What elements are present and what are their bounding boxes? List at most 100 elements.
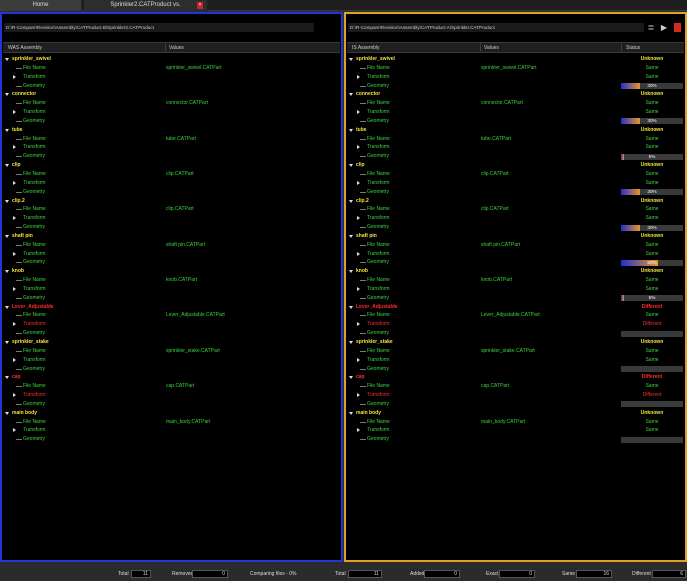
expand-down-icon[interactable] (349, 199, 353, 203)
expand-down-icon[interactable] (5, 93, 9, 97)
expand-right-icon[interactable] (13, 74, 16, 79)
expand-right-icon[interactable] (357, 216, 360, 221)
expand-down-icon[interactable] (5, 164, 9, 168)
is-part-row[interactable]: knob Unknown (347, 267, 684, 276)
is-transform-row[interactable]: Transform Same (347, 73, 684, 82)
expand-right-icon[interactable] (357, 286, 360, 291)
expand-down-icon[interactable] (5, 270, 9, 274)
expand-down-icon[interactable] (5, 341, 9, 344)
expand-down-icon[interactable] (349, 305, 353, 309)
expand-down-icon[interactable] (5, 199, 9, 203)
expand-down-icon[interactable] (5, 58, 9, 61)
was-part-row[interactable]: sprinkler_stake (3, 338, 340, 347)
expand-right-icon[interactable] (13, 110, 16, 115)
is-transform-row[interactable]: Transform Same (347, 426, 684, 435)
expand-down-icon[interactable] (349, 411, 353, 415)
is-part-row[interactable]: tube Unknown (347, 126, 684, 135)
is-path-field[interactable]: D:\R-Compare\Revision\Assembly\CATProduc… (348, 23, 644, 32)
was-part-row[interactable]: clip.2 (3, 197, 340, 206)
was-transform-row[interactable]: Transform (3, 356, 340, 365)
is-transform-row[interactable]: Transform Same (347, 179, 684, 188)
was-part-row[interactable]: connector (3, 90, 340, 99)
is-transform-row[interactable]: Transform Same (347, 214, 684, 223)
was-col-values[interactable]: Values (166, 43, 184, 53)
was-part-row[interactable]: cap (3, 373, 340, 382)
tab-home[interactable]: Home (0, 0, 82, 11)
was-transform-row[interactable]: Transform (3, 250, 340, 259)
close-tab-icon[interactable]: × (197, 2, 203, 9)
is-transform-row[interactable]: Transform Different (347, 320, 684, 329)
was-transform-row[interactable]: Transform (3, 391, 340, 400)
was-part-row[interactable]: shaft pin (3, 232, 340, 241)
was-part-row[interactable]: clip (3, 161, 340, 170)
was-part-row[interactable]: knob (3, 267, 340, 276)
expand-right-icon[interactable] (357, 393, 360, 398)
is-part-row[interactable]: connector Unknown (347, 90, 684, 99)
was-part-row[interactable]: main body (3, 409, 340, 418)
is-part-row[interactable]: Lever_Adjustable Different (347, 303, 684, 312)
expand-right-icon[interactable] (357, 428, 360, 433)
was-transform-row[interactable]: Transform (3, 179, 340, 188)
list-icon[interactable]: ≣ (646, 22, 656, 33)
play-icon[interactable]: ▶ (659, 22, 669, 33)
is-transform-row[interactable]: Transform Same (347, 356, 684, 365)
tab-compare[interactable]: Sprinkler2.CATProduct vs. Sprinkler.CATP… (84, 0, 208, 19)
expand-right-icon[interactable] (357, 357, 360, 362)
is-part-row[interactable]: clip.2 Unknown (347, 197, 684, 206)
is-col-status[interactable]: Status (623, 43, 640, 53)
expand-down-icon[interactable] (5, 376, 9, 380)
is-part-row[interactable]: clip Unknown (347, 161, 684, 170)
was-part-row[interactable]: tube (3, 126, 340, 135)
expand-down-icon[interactable] (349, 93, 353, 97)
is-part-row[interactable]: shaft pin Unknown (347, 232, 684, 241)
expand-right-icon[interactable] (13, 393, 16, 398)
expand-right-icon[interactable] (357, 145, 360, 150)
was-path-field[interactable]: D:\R-Compare\Revision\Assembly\CATProduc… (4, 23, 314, 32)
expand-down-icon[interactable] (349, 234, 353, 238)
is-transform-row[interactable]: Transform Same (347, 108, 684, 117)
expand-right-icon[interactable] (357, 110, 360, 115)
expand-down-icon[interactable] (349, 376, 353, 380)
is-transform-row[interactable]: Transform Same (347, 143, 684, 152)
expand-right-icon[interactable] (13, 286, 16, 291)
is-part-row[interactable]: sprinkler_swivel Unknown (347, 55, 684, 64)
expand-down-icon[interactable] (349, 270, 353, 274)
was-transform-row[interactable]: Transform (3, 108, 340, 117)
was-transform-row[interactable]: Transform (3, 285, 340, 294)
was-part-row[interactable]: Lever_Adjustable (3, 303, 340, 312)
stop-icon[interactable] (674, 23, 681, 32)
expand-right-icon[interactable] (13, 428, 16, 433)
is-transform-row[interactable]: Transform Same (347, 250, 684, 259)
expand-right-icon[interactable] (357, 251, 360, 256)
expand-down-icon[interactable] (5, 411, 9, 415)
expand-right-icon[interactable] (13, 216, 16, 221)
expand-right-icon[interactable] (357, 180, 360, 185)
was-transform-row[interactable]: Transform (3, 426, 340, 435)
was-col-assembly[interactable]: WAS Assembly (5, 43, 42, 53)
is-col-assembly[interactable]: IS Assembly (349, 43, 380, 53)
was-transform-row[interactable]: Transform (3, 73, 340, 82)
is-col-values[interactable]: Values (481, 43, 499, 53)
is-part-row[interactable]: cap Different (347, 373, 684, 382)
was-transform-row[interactable]: Transform (3, 214, 340, 223)
is-transform-row[interactable]: Transform Same (347, 285, 684, 294)
expand-right-icon[interactable] (13, 322, 16, 327)
expand-down-icon[interactable] (5, 128, 9, 132)
is-transform-row[interactable]: Transform Different (347, 391, 684, 400)
expand-down-icon[interactable] (5, 234, 9, 238)
expand-right-icon[interactable] (13, 357, 16, 362)
expand-right-icon[interactable] (13, 180, 16, 185)
expand-down-icon[interactable] (5, 305, 9, 309)
was-transform-row[interactable]: Transform (3, 320, 340, 329)
was-part-row[interactable]: sprinkler_swivel (3, 55, 340, 64)
is-part-row[interactable]: sprinkler_stake Unknown (347, 338, 684, 347)
expand-down-icon[interactable] (349, 341, 353, 344)
is-part-row[interactable]: main body Unknown (347, 409, 684, 418)
expand-right-icon[interactable] (357, 74, 360, 79)
expand-right-icon[interactable] (13, 251, 16, 256)
expand-right-icon[interactable] (357, 322, 360, 327)
expand-down-icon[interactable] (349, 164, 353, 168)
expand-down-icon[interactable] (349, 58, 353, 61)
was-transform-row[interactable]: Transform (3, 143, 340, 152)
expand-right-icon[interactable] (13, 145, 16, 150)
